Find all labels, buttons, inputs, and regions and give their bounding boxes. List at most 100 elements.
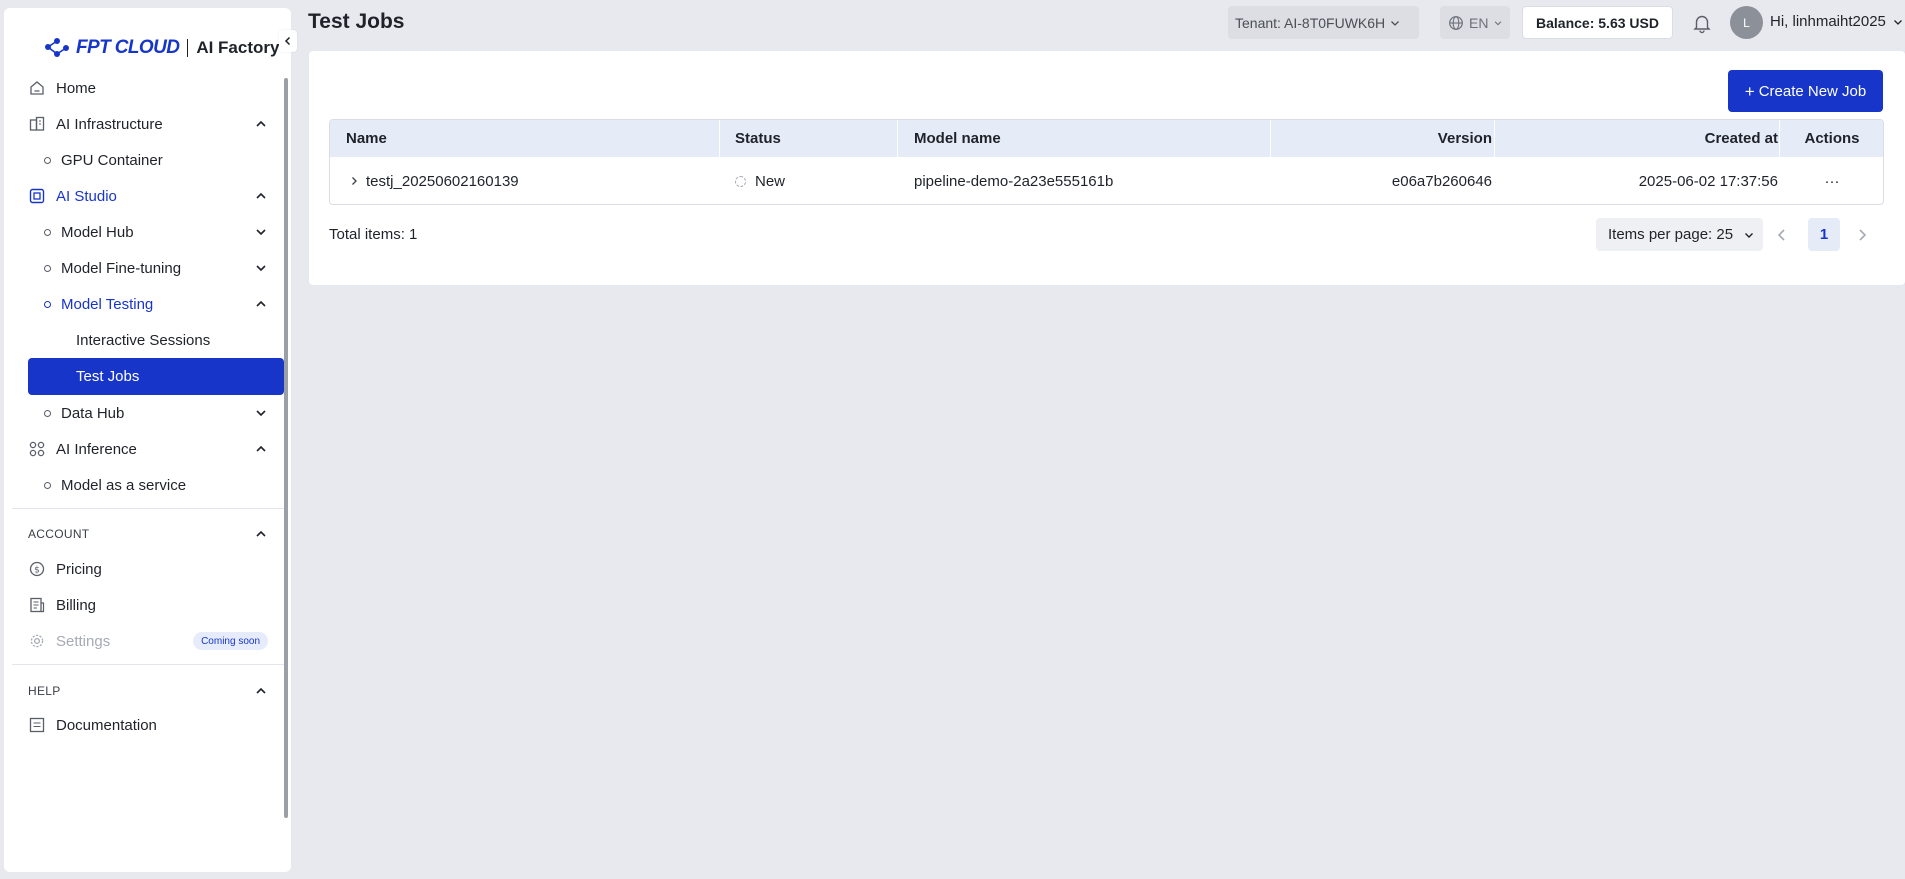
tenant-label: Tenant: AI-8T0FUWK6H bbox=[1235, 14, 1386, 31]
sidebar-item-label: AI Infrastructure bbox=[56, 115, 163, 133]
bullet-icon bbox=[44, 156, 51, 164]
tenant-select[interactable]: Tenant: AI-8T0FUWK6H bbox=[1228, 6, 1419, 39]
sidebar-item-billing[interactable]: Billing bbox=[28, 587, 278, 623]
infrastructure-icon bbox=[28, 115, 46, 133]
sidebar-item-label: Model as a service bbox=[61, 476, 187, 494]
per-page-label: Items per page: 25 bbox=[1608, 226, 1734, 243]
column-header-actions: Actions bbox=[1804, 130, 1860, 147]
billing-icon bbox=[28, 596, 46, 614]
actions-menu-button[interactable]: ··· bbox=[1780, 157, 1883, 204]
job-name[interactable]: testj_20250602160139 bbox=[366, 173, 519, 190]
sidebar-item-label: Model Testing bbox=[61, 295, 154, 313]
sidebar-item-model-testing[interactable]: Model Testing bbox=[44, 286, 278, 322]
column-divider bbox=[719, 120, 720, 157]
cell-version: e06a7b260646 bbox=[1391, 172, 1492, 190]
table-row[interactable]: testj_20250602160139 New pipeline-demo-2… bbox=[330, 157, 1883, 204]
gear-icon bbox=[28, 632, 46, 650]
expand-chevron-icon[interactable] bbox=[348, 175, 360, 187]
chevron-up-icon bbox=[256, 445, 266, 452]
previous-page-icon[interactable] bbox=[1774, 226, 1790, 244]
language-select[interactable]: EN bbox=[1440, 6, 1510, 39]
bullet-icon bbox=[44, 300, 51, 308]
next-page-icon[interactable] bbox=[1854, 226, 1870, 244]
chevron-up-icon bbox=[256, 300, 266, 307]
user-menu[interactable]: Hi, linhmaiht2025 bbox=[1770, 13, 1904, 30]
total-items: Total items: 1 bbox=[329, 226, 418, 243]
chevron-up-icon bbox=[256, 192, 266, 199]
sidebar-item-documentation[interactable]: Documentation bbox=[28, 707, 278, 743]
cell-created-at: 2025-06-02 17:37:56 bbox=[1638, 172, 1778, 190]
create-button-label: Create New Job bbox=[1758, 82, 1867, 100]
cell-status: New bbox=[735, 157, 786, 204]
sidebar-item-ai-studio[interactable]: AI Studio bbox=[28, 178, 278, 214]
grid-icon bbox=[28, 440, 46, 458]
sidebar-item-label: AI Studio bbox=[56, 187, 117, 205]
items-per-page-select[interactable]: Items per page: 25 bbox=[1596, 218, 1763, 251]
bell-icon[interactable] bbox=[1691, 12, 1713, 34]
column-header-version[interactable]: Version bbox=[1271, 120, 1492, 157]
sidebar-item-interactive-sessions[interactable]: Interactive Sessions bbox=[28, 322, 284, 359]
chevron-down-icon bbox=[1391, 20, 1400, 26]
bullet-icon bbox=[44, 264, 51, 272]
column-header-name[interactable]: Name bbox=[346, 120, 387, 157]
chevron-down-icon bbox=[256, 265, 266, 272]
chevron-down-icon bbox=[1745, 232, 1754, 238]
brand-logo[interactable]: FPT CLOUD AI Factory bbox=[44, 34, 279, 62]
coming-soon-badge: Coming soon bbox=[193, 632, 268, 650]
column-header-created-at[interactable]: Created at bbox=[1495, 120, 1778, 157]
sidebar-item-model-fine-tuning[interactable]: Model Fine-tuning bbox=[44, 250, 278, 286]
sidebar-item-label: GPU Container bbox=[61, 151, 163, 169]
svg-text:$: $ bbox=[34, 566, 40, 576]
column-header-status[interactable]: Status bbox=[735, 120, 781, 157]
chevron-up-icon bbox=[256, 687, 266, 694]
sidebar-item-ai-inference[interactable]: AI Inference bbox=[28, 431, 278, 467]
avatar[interactable]: L bbox=[1730, 6, 1763, 39]
sidebar-item-model-hub[interactable]: Model Hub bbox=[44, 214, 278, 250]
status-pending-icon bbox=[735, 175, 746, 187]
section-account[interactable]: ACCOUNT bbox=[28, 524, 278, 544]
chevron-down-icon bbox=[256, 229, 266, 236]
sidebar-divider bbox=[12, 508, 284, 509]
sidebar-item-label: Model Fine-tuning bbox=[61, 259, 182, 277]
collapse-sidebar-button[interactable] bbox=[279, 30, 297, 52]
chevron-down-icon bbox=[256, 410, 266, 417]
sidebar-item-label: Test Jobs bbox=[76, 368, 140, 385]
sidebar-item-label: Settings bbox=[56, 632, 111, 650]
status-text: New bbox=[755, 172, 786, 190]
globe-icon bbox=[1449, 15, 1463, 30]
column-divider bbox=[897, 120, 898, 157]
bullet-icon bbox=[44, 228, 51, 236]
cell-name: testj_20250602160139 bbox=[348, 157, 519, 204]
balance-display[interactable]: Balance: 5.63 USD bbox=[1522, 6, 1673, 39]
sidebar-item-label: Data Hub bbox=[61, 404, 125, 422]
sidebar-item-test-jobs[interactable]: Test Jobs bbox=[28, 358, 284, 395]
sidebar: FPT CLOUD AI Factory Home AI Infrastruct… bbox=[4, 8, 291, 872]
column-header-model-name[interactable]: Model name bbox=[914, 120, 1001, 157]
sidebar-item-label: Documentation bbox=[56, 716, 157, 734]
logo-text: FPT CLOUD bbox=[76, 37, 180, 58]
page-title: Test Jobs bbox=[308, 10, 405, 33]
user-greeting: Hi, linhmaiht2025 bbox=[1770, 13, 1886, 30]
create-new-job-button[interactable]: + Create New Job bbox=[1728, 70, 1883, 112]
chevron-up-icon bbox=[256, 530, 266, 537]
sidebar-item-data-hub[interactable]: Data Hub bbox=[44, 395, 278, 431]
cell-model-name: pipeline-demo-2a23e555161b bbox=[914, 172, 1114, 190]
product-name: AI Factory bbox=[196, 38, 280, 57]
section-help[interactable]: HELP bbox=[28, 681, 278, 701]
sidebar-item-label: Pricing bbox=[56, 560, 102, 578]
sidebar-scrollbar[interactable] bbox=[284, 78, 288, 818]
sidebar-item-label: AI Inference bbox=[56, 440, 137, 458]
sidebar-item-pricing[interactable]: $ Pricing bbox=[28, 551, 278, 587]
chevron-down-icon bbox=[1495, 20, 1502, 25]
sidebar-item-settings: Settings Coming soon bbox=[28, 623, 278, 659]
dollar-icon: $ bbox=[28, 560, 46, 578]
sidebar-item-label: Billing bbox=[56, 596, 97, 614]
sidebar-item-ai-infrastructure[interactable]: AI Infrastructure bbox=[28, 106, 278, 142]
plus-icon: + bbox=[1744, 81, 1755, 101]
sidebar-item-gpu-container[interactable]: GPU Container bbox=[44, 142, 278, 178]
bullet-icon bbox=[44, 481, 51, 489]
page-number-current[interactable]: 1 bbox=[1808, 218, 1840, 251]
logo-divider bbox=[187, 39, 189, 57]
sidebar-item-model-as-a-service[interactable]: Model as a service bbox=[44, 467, 278, 503]
sidebar-item-home[interactable]: Home bbox=[28, 70, 278, 106]
